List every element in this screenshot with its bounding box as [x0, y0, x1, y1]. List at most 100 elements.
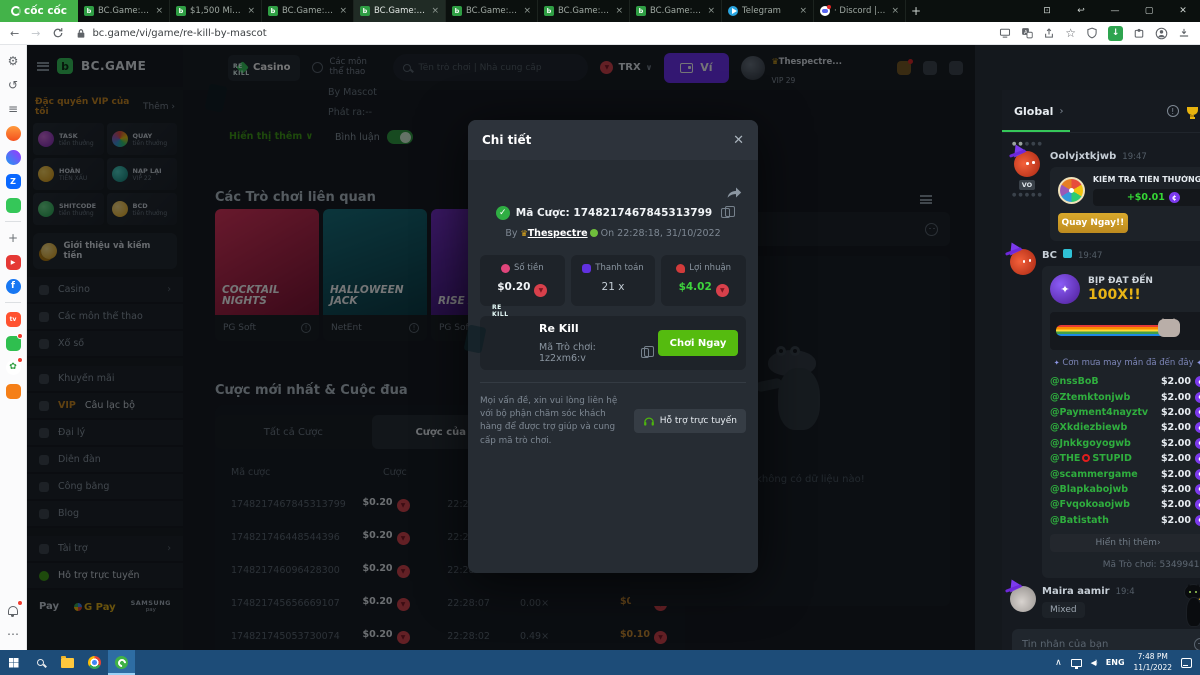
download-manager-icon[interactable]: ↓: [1108, 25, 1123, 41]
modal-close-icon[interactable]: ✕: [733, 133, 744, 148]
avatar[interactable]: [1010, 249, 1036, 275]
tab-close-icon[interactable]: ×: [155, 6, 163, 16]
more-icon[interactable]: ⋯: [5, 626, 21, 642]
browser-tab[interactable]: BC.Game: Crypto ×: [630, 0, 722, 22]
winner-name[interactable]: @Fvqokoaojwb: [1050, 499, 1161, 510]
chat-username[interactable]: Maira aamir: [1042, 586, 1110, 597]
browser-tab[interactable]: BC.Game: Crypto ×: [446, 0, 538, 22]
spin-now-button[interactable]: Quay Ngay!!: [1057, 213, 1128, 233]
browser-tab[interactable]: · Discord | #m ×: [814, 0, 906, 22]
file-explorer-icon[interactable]: [54, 650, 81, 675]
winner-name[interactable]: @nssBoB: [1050, 376, 1161, 387]
messenger-icon[interactable]: [5, 149, 21, 165]
save-page-icon[interactable]: [999, 27, 1011, 39]
tab-close-icon[interactable]: ×: [339, 6, 347, 16]
translate-icon[interactable]: A: [1021, 27, 1033, 39]
tab-close-icon[interactable]: ×: [707, 6, 715, 16]
share-icon[interactable]: [1043, 27, 1055, 39]
tab-close-icon[interactable]: ×: [523, 6, 531, 16]
winner-name[interactable]: @Ztemktonjwb: [1050, 392, 1161, 403]
rain-game-code-link[interactable]: Mã Trò chơi: 5349941 ›: [1050, 560, 1200, 570]
tv-icon[interactable]: tv: [5, 311, 21, 327]
tab-close-icon[interactable]: ×: [799, 6, 807, 16]
volume-icon[interactable]: ◀): [1091, 659, 1098, 667]
tab-close-icon[interactable]: ×: [891, 6, 899, 16]
hot-icon[interactable]: [5, 125, 21, 141]
avatar[interactable]: [1013, 151, 1040, 177]
add-icon[interactable]: +: [5, 230, 21, 246]
browser-tab[interactable]: Telegram ×: [722, 0, 814, 22]
tab-close-icon[interactable]: ×: [247, 6, 255, 16]
games-icon[interactable]: [5, 197, 21, 213]
start-button[interactable]: [0, 650, 27, 675]
tab-close-icon[interactable]: ×: [615, 6, 623, 16]
emoji-icon[interactable]: [1194, 637, 1200, 651]
bookmark-star-icon[interactable]: ☆: [1065, 26, 1076, 40]
chat-message-input[interactable]: [1022, 638, 1186, 650]
newsfeed-icon[interactable]: ≡: [5, 101, 21, 117]
downloads-tray-icon[interactable]: [1178, 27, 1190, 39]
winner-name[interactable]: @Payment4nayztv: [1050, 407, 1161, 418]
trophy-icon[interactable]: [1186, 107, 1198, 119]
garden-icon[interactable]: ✿: [5, 357, 23, 375]
chat-username[interactable]: BC: [1042, 250, 1057, 261]
maximize-button[interactable]: ▢: [1132, 6, 1166, 16]
winner-name[interactable]: @scammergame: [1050, 469, 1161, 480]
zalo-icon[interactable]: Z: [5, 173, 21, 189]
url-field[interactable]: bc.game/vi/game/re-kill-by-mascot: [76, 28, 987, 39]
tab-title: BC.Game: Crypto: [98, 6, 151, 16]
new-tab-button[interactable]: +: [906, 0, 926, 22]
settings-icon[interactable]: ⚙: [5, 53, 21, 69]
browser-tab[interactable]: BC.Game: Crypto ×: [262, 0, 354, 22]
shield-icon[interactable]: [1086, 27, 1098, 39]
browser-logo[interactable]: cốc cốc: [0, 0, 78, 22]
avatar[interactable]: [1010, 585, 1036, 612]
browser-tab[interactable]: BC.Game: Crypto ×: [538, 0, 630, 22]
browser-menu-icon[interactable]: ↩: [1064, 6, 1098, 16]
chrome-icon[interactable]: [81, 650, 108, 675]
tab-search-icon[interactable]: ⊡: [1030, 6, 1064, 16]
taskbar-clock[interactable]: 7:48 PM 11/1/2022: [1134, 652, 1172, 672]
play-now-button[interactable]: Chơi Ngay: [658, 330, 738, 356]
action-center-icon[interactable]: [1181, 657, 1192, 668]
winner-name[interactable]: @Batistath: [1050, 515, 1161, 526]
winner-name[interactable]: @Blapkabojwb: [1050, 484, 1161, 495]
chat-username[interactable]: Oolvjxtkjwb: [1050, 151, 1116, 162]
history-icon[interactable]: ↺: [5, 77, 21, 93]
live-support-button[interactable]: Hỗ trợ trực tuyến: [633, 409, 746, 434]
copy-icon[interactable]: [640, 345, 655, 358]
gift-icon[interactable]: [5, 333, 23, 351]
network-icon[interactable]: [1070, 658, 1082, 669]
reload-icon[interactable]: [52, 27, 64, 39]
close-button[interactable]: ✕: [1166, 6, 1200, 16]
winner-name[interactable]: @THE STUPID: [1050, 453, 1161, 464]
forward-icon[interactable]: →: [31, 27, 40, 40]
bet-username[interactable]: Thespectre: [528, 228, 588, 239]
chevron-right-icon[interactable]: ›: [1059, 106, 1063, 117]
coccoc-taskbar-icon[interactable]: [108, 650, 135, 675]
share-icon[interactable]: [726, 184, 742, 203]
winner-name[interactable]: @Jnkkgoyogwb: [1050, 438, 1161, 449]
input-language[interactable]: ENG: [1106, 658, 1125, 667]
winner-name[interactable]: @Xkdiezbiewb: [1050, 422, 1161, 433]
chat-room-name[interactable]: Global: [1014, 105, 1053, 118]
hidden-icons-chevron[interactable]: ∧: [1055, 658, 1062, 668]
notifications-icon[interactable]: [5, 600, 23, 618]
browser-tab[interactable]: BC.Game: Crypto ×: [354, 0, 446, 22]
chat-rules-icon[interactable]: !: [1166, 105, 1179, 117]
youtube-icon[interactable]: ▶: [5, 254, 21, 270]
browser-tab[interactable]: BC.Game: Crypto ×: [78, 0, 170, 22]
back-icon[interactable]: ←: [10, 27, 19, 40]
minimize-button[interactable]: —: [1098, 6, 1132, 16]
show-more-button[interactable]: Hiển thị thêm ›: [1050, 533, 1200, 552]
browser-tab[interactable]: $1,500 Midweek ×: [170, 0, 262, 22]
cart-icon[interactable]: [5, 383, 21, 399]
coin-rain-card[interactable]: ✦ BỊP ĐẠT ĐẾN 100X!! ✦ Cơn mưa may mắn đ…: [1042, 266, 1200, 578]
taskbar-search-icon[interactable]: [27, 650, 54, 675]
copy-icon[interactable]: [721, 205, 735, 218]
extension-icon[interactable]: [1133, 27, 1145, 39]
profile-icon[interactable]: [1155, 27, 1168, 40]
facebook-icon[interactable]: f: [5, 278, 21, 294]
tab-close-icon[interactable]: ×: [431, 6, 439, 16]
lucky-spin-card[interactable]: KIẾM TRA TIỀN THƯỞNG VÒNG QU +$0.01¢ Qua…: [1049, 167, 1200, 241]
